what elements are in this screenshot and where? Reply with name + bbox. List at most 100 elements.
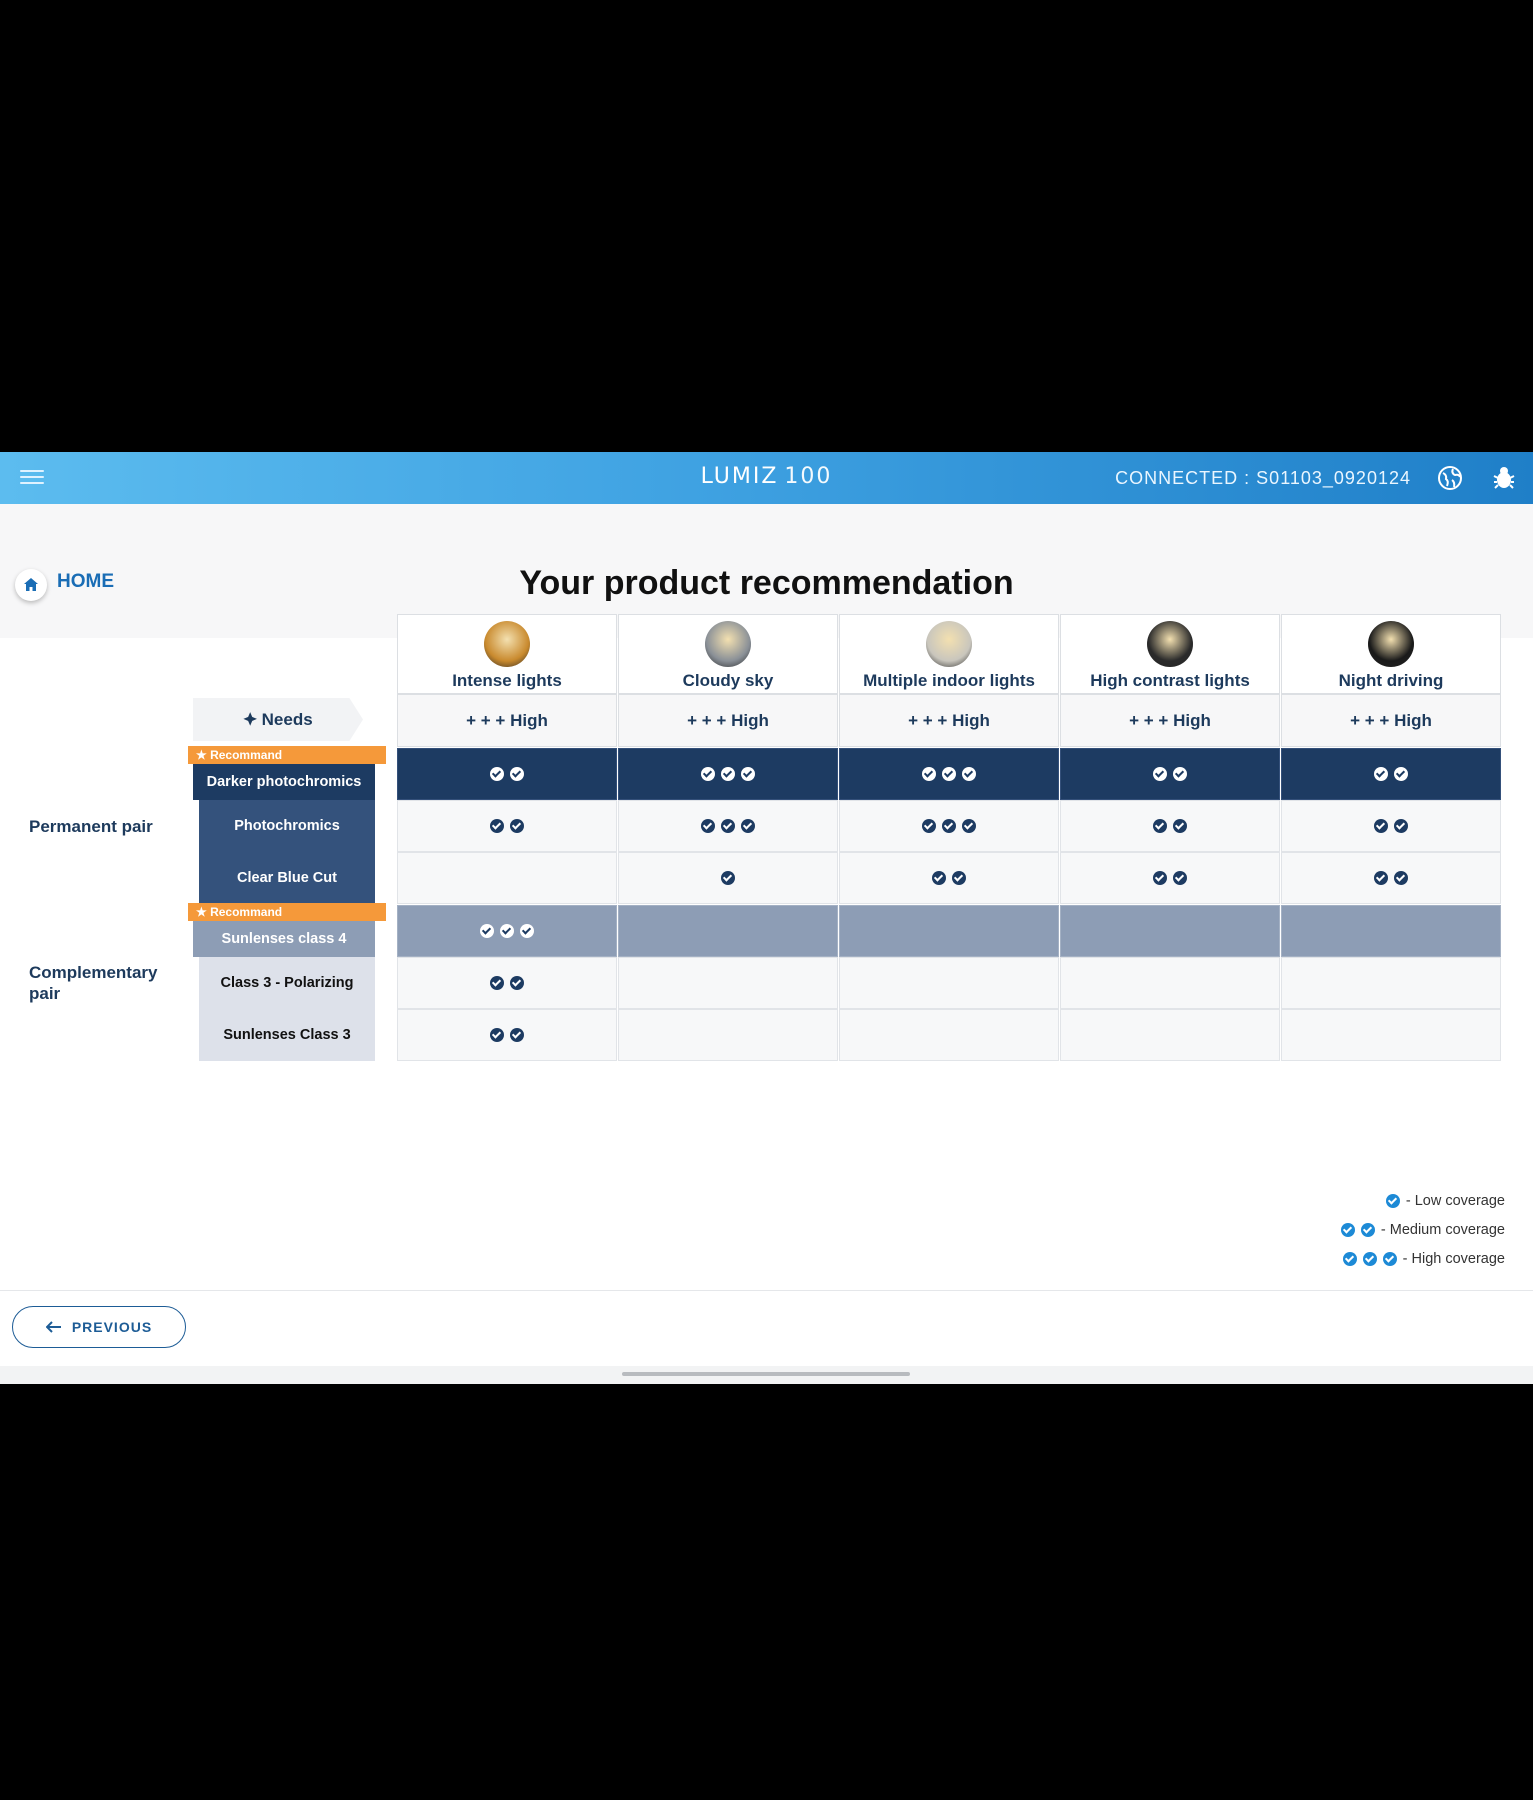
check-icon bbox=[510, 976, 524, 990]
check-icon bbox=[922, 819, 936, 833]
check-icon bbox=[480, 924, 494, 938]
check-icon bbox=[1342, 1252, 1357, 1266]
coverage-cell bbox=[397, 800, 617, 852]
top-bar: LUMIZ 100 CONNECTED : S01103_0920124 bbox=[0, 452, 1533, 504]
need-level: + + + High bbox=[1281, 694, 1501, 747]
coverage-cell bbox=[1281, 800, 1501, 852]
column-header: Night driving bbox=[1281, 614, 1501, 694]
globe-icon[interactable] bbox=[1437, 465, 1463, 491]
check-icon bbox=[510, 767, 524, 781]
scenario-thumbnail bbox=[926, 621, 972, 667]
check-icon bbox=[1374, 871, 1388, 885]
check-icon bbox=[932, 871, 946, 885]
check-icon bbox=[1153, 871, 1167, 885]
coverage-cell bbox=[618, 957, 838, 1009]
product-row-label[interactable]: Clear Blue Cut bbox=[199, 852, 375, 904]
coverage-cell bbox=[1060, 748, 1280, 800]
page-title: Your product recommendation bbox=[519, 564, 1014, 602]
bug-icon[interactable] bbox=[1491, 465, 1517, 491]
check-icon bbox=[1173, 767, 1187, 781]
check-icon bbox=[1173, 819, 1187, 833]
need-level: + + + High bbox=[397, 694, 617, 747]
check-icon bbox=[701, 767, 715, 781]
coverage-cell bbox=[397, 957, 617, 1009]
check-icon bbox=[490, 819, 504, 833]
scenario-thumbnail bbox=[1147, 621, 1193, 667]
coverage-cell bbox=[1281, 1009, 1501, 1061]
coverage-cell bbox=[1281, 957, 1501, 1009]
check-icon bbox=[1374, 767, 1388, 781]
coverage-cell bbox=[618, 1009, 838, 1061]
legend-item: - High coverage bbox=[1342, 1251, 1505, 1267]
product-row-label[interactable]: Sunlenses Class 3 bbox=[199, 1009, 375, 1061]
coverage-cell bbox=[618, 852, 838, 904]
coverage-cell bbox=[1281, 905, 1501, 957]
coverage-cell bbox=[1060, 1009, 1280, 1061]
check-icon bbox=[1153, 819, 1167, 833]
column-label: High contrast lights bbox=[1090, 671, 1250, 690]
coverage-cell bbox=[839, 748, 1059, 800]
coverage-cell bbox=[618, 905, 838, 957]
product-row-label[interactable]: Class 3 - Polarizing bbox=[199, 957, 375, 1009]
need-level: + + + High bbox=[839, 694, 1059, 747]
check-icon bbox=[721, 871, 735, 885]
product-row-label[interactable]: Darker photochromics bbox=[193, 764, 375, 800]
coverage-cell bbox=[397, 852, 617, 904]
needs-label: 🟆 Needs bbox=[193, 698, 363, 741]
legend-label: - High coverage bbox=[1402, 1251, 1505, 1267]
check-icon bbox=[962, 767, 976, 781]
column-label: Multiple indoor lights bbox=[863, 671, 1035, 690]
coverage-cell bbox=[839, 852, 1059, 904]
coverage-cell bbox=[1060, 957, 1280, 1009]
scenario-thumbnail bbox=[1368, 621, 1414, 667]
coverage-cell bbox=[1281, 852, 1501, 904]
connection-status: CONNECTED : S01103_0920124 bbox=[1115, 468, 1411, 488]
legend-item: - Medium coverage bbox=[1340, 1222, 1505, 1238]
group-label-permanent: Permanent pair bbox=[29, 817, 153, 836]
coverage-cell bbox=[839, 1009, 1059, 1061]
coverage-cell bbox=[618, 800, 838, 852]
check-icon bbox=[942, 819, 956, 833]
legend-label: - Low coverage bbox=[1405, 1193, 1505, 1209]
coverage-cell bbox=[1281, 748, 1501, 800]
group-label-complementary: Complementary pair bbox=[29, 963, 158, 1003]
legend-label: - Medium coverage bbox=[1380, 1222, 1505, 1238]
coverage-cell bbox=[839, 957, 1059, 1009]
app-window: LUMIZ 100 CONNECTED : S01103_0920124 HOME… bbox=[0, 452, 1533, 1384]
coverage-cell bbox=[1060, 905, 1280, 957]
product-row-label[interactable]: Sunlenses class 4 bbox=[193, 921, 375, 957]
column-header: High contrast lights bbox=[1060, 614, 1280, 694]
coverage-cell bbox=[397, 748, 617, 800]
check-icon bbox=[1394, 819, 1408, 833]
check-icon bbox=[962, 819, 976, 833]
scenario-thumbnail bbox=[705, 621, 751, 667]
check-icon bbox=[1394, 767, 1408, 781]
check-icon bbox=[490, 767, 504, 781]
check-icon bbox=[1382, 1252, 1397, 1266]
check-icon bbox=[510, 819, 524, 833]
coverage-cell bbox=[839, 800, 1059, 852]
column-header: Cloudy sky bbox=[618, 614, 838, 694]
home-indicator[interactable] bbox=[622, 1372, 910, 1376]
check-icon bbox=[741, 767, 755, 781]
check-icon bbox=[922, 767, 936, 781]
coverage-cell bbox=[397, 905, 617, 957]
coverage-cell bbox=[839, 905, 1059, 957]
column-label: Night driving bbox=[1338, 671, 1444, 690]
check-icon bbox=[701, 819, 715, 833]
need-level: + + + High bbox=[1060, 694, 1280, 747]
check-icon bbox=[490, 976, 504, 990]
column-label: Intense lights bbox=[452, 671, 562, 690]
check-icon bbox=[1173, 871, 1187, 885]
column-header: Intense lights bbox=[397, 614, 617, 694]
check-icon bbox=[942, 767, 956, 781]
footer-divider bbox=[0, 1290, 1533, 1291]
recommend-badge: ★ Recommand bbox=[188, 746, 386, 764]
product-row-label[interactable]: Photochromics bbox=[199, 800, 375, 852]
previous-button[interactable]: PREVIOUS bbox=[12, 1306, 186, 1348]
check-icon bbox=[952, 871, 966, 885]
legend-item: - Low coverage bbox=[1385, 1193, 1505, 1209]
check-icon bbox=[1153, 767, 1167, 781]
arrow-left-icon bbox=[45, 1321, 61, 1333]
scenario-thumbnail bbox=[484, 621, 530, 667]
